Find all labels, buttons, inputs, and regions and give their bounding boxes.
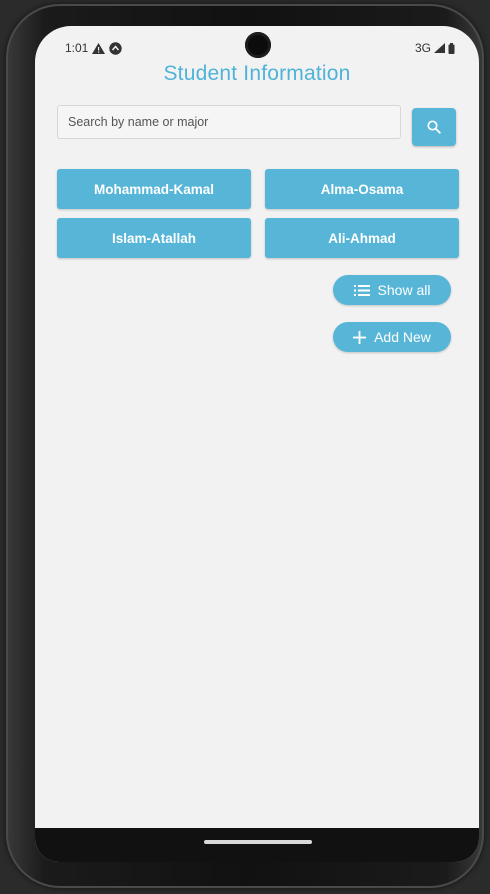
- search-icon: [427, 120, 441, 134]
- home-gesture-handle[interactable]: [204, 840, 312, 844]
- network-type: 3G: [414, 41, 431, 55]
- status-left: 1:01: [65, 41, 123, 55]
- list-icon: [353, 284, 370, 296]
- student-button-alma-osama[interactable]: Alma-Osama: [265, 169, 459, 209]
- show-all-button[interactable]: Show all: [333, 275, 451, 305]
- warning-icon: [92, 42, 106, 54]
- front-camera: [245, 32, 271, 58]
- plus-icon: [353, 330, 367, 344]
- search-button[interactable]: [412, 108, 456, 146]
- navigation-bar: [35, 828, 479, 862]
- app-screen: 1:01 3G Student Information Search by na…: [35, 26, 479, 862]
- add-new-button[interactable]: Add New: [333, 322, 451, 352]
- notification-icon: [109, 41, 123, 55]
- status-bar: 1:01 3G: [35, 26, 479, 66]
- status-time: 1:01: [65, 41, 89, 55]
- student-button-islam-atallah[interactable]: Islam-Atallah: [57, 218, 251, 258]
- add-new-label: Add New: [374, 329, 431, 345]
- battery-icon: [448, 42, 455, 54]
- show-all-label: Show all: [377, 282, 431, 298]
- student-button-mohammad-kamal[interactable]: Mohammad-Kamal: [57, 169, 251, 209]
- page-title: Student Information: [163, 62, 351, 85]
- status-right: 3G: [415, 41, 455, 55]
- phone-frame: 1:01 3G Student Information Search by na…: [6, 4, 484, 888]
- signal-icon: [434, 43, 445, 53]
- search-input[interactable]: [57, 105, 401, 139]
- student-button-ali-ahmad[interactable]: Ali-Ahmad: [265, 218, 459, 258]
